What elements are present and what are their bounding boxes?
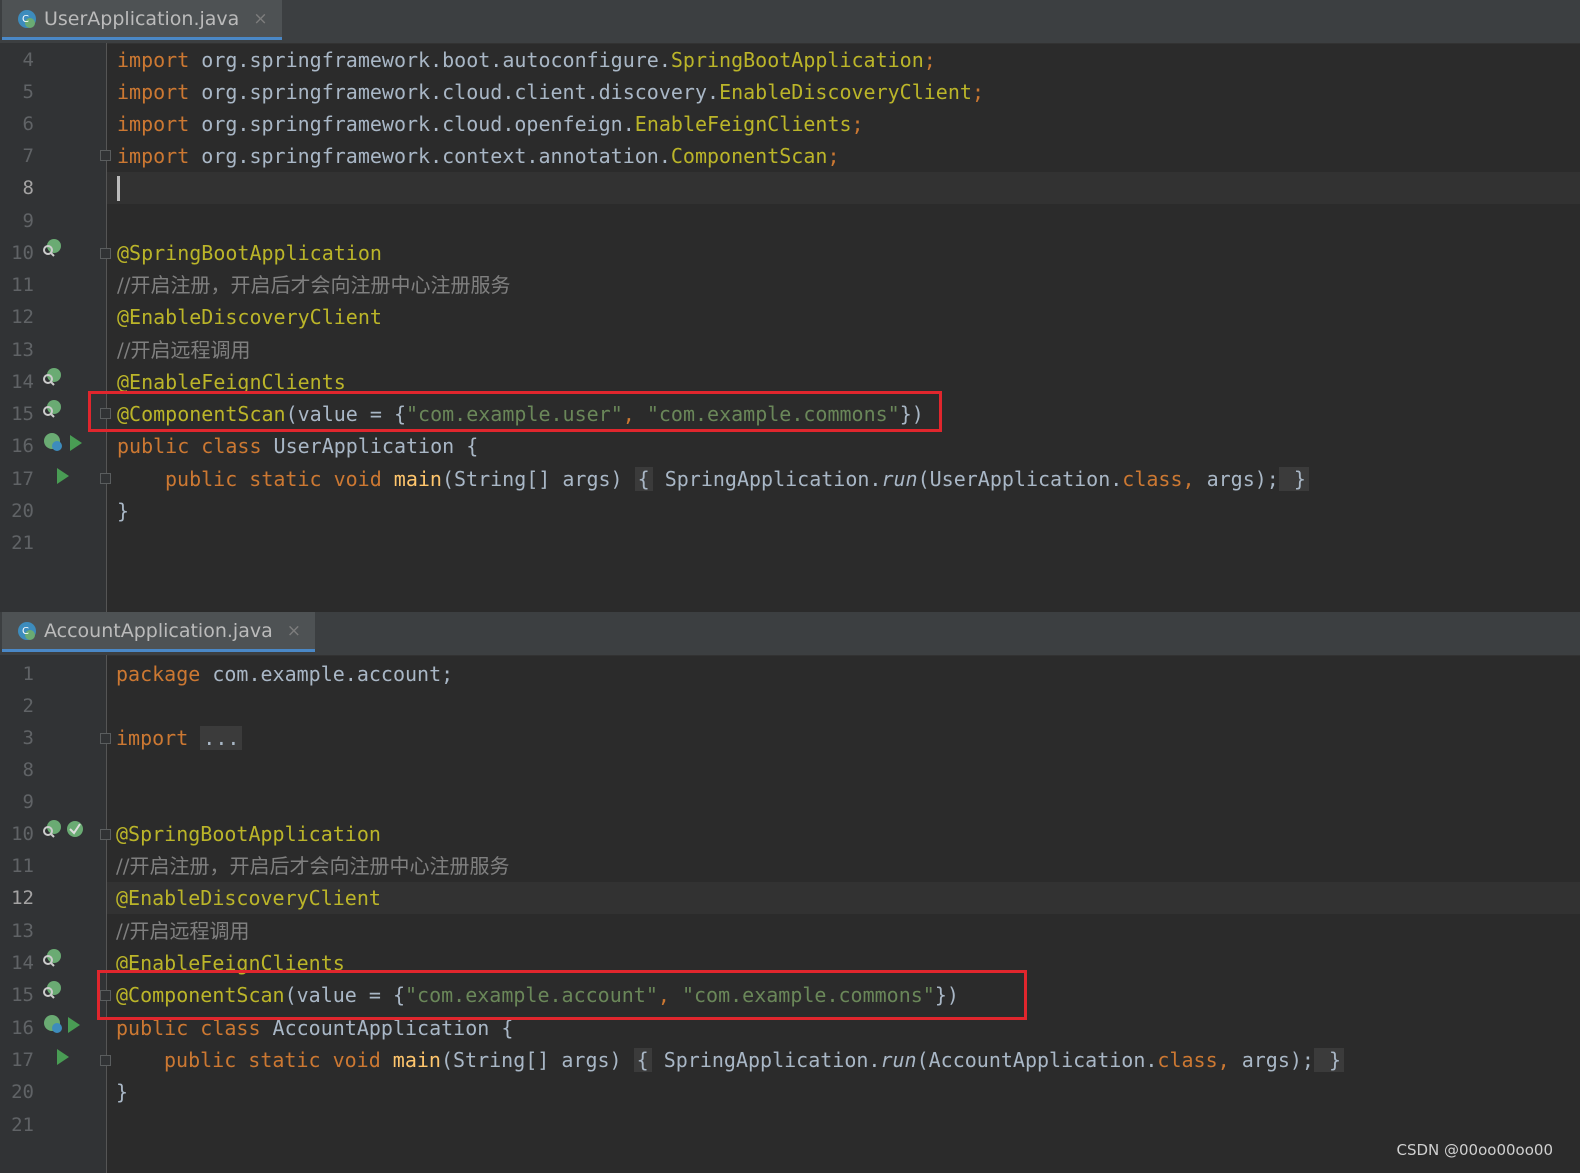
code-line[interactable]: } bbox=[117, 495, 129, 527]
java-class-icon: C bbox=[16, 620, 38, 642]
line-number: 7 bbox=[22, 145, 34, 167]
spring-bean-icon[interactable] bbox=[42, 399, 62, 431]
line-number: 16 bbox=[11, 435, 34, 457]
code-line[interactable]: public static void main(String[] args) {… bbox=[164, 1044, 1345, 1076]
code-line[interactable]: public static void main(String[] args) {… bbox=[165, 463, 1309, 495]
run-icon[interactable] bbox=[70, 431, 82, 463]
line-number: 17 bbox=[11, 1049, 34, 1071]
tab-account-application[interactable]: C AccountApplication.java × bbox=[2, 612, 315, 652]
line-number: 6 bbox=[22, 113, 34, 135]
watermark: CSDN @00oo00oo00 bbox=[1396, 1141, 1553, 1159]
line-number: 13 bbox=[11, 920, 34, 942]
line-number: 16 bbox=[11, 1017, 34, 1039]
fold-icon[interactable] bbox=[100, 733, 111, 744]
editor-pane-account-application: C AccountApplication.java × 1 2 3 8 9 10… bbox=[0, 612, 1580, 1173]
spring-bean-icon[interactable] bbox=[42, 980, 62, 1012]
line-number: 9 bbox=[22, 791, 34, 813]
svg-text:C: C bbox=[22, 14, 29, 25]
spring-bean-icon[interactable] bbox=[42, 1013, 64, 1047]
line-number: 10 bbox=[11, 242, 34, 264]
line-number: 8 bbox=[22, 177, 34, 199]
line-number: 1 bbox=[22, 663, 34, 685]
highlight-box bbox=[88, 391, 942, 432]
line-number: 15 bbox=[11, 403, 34, 425]
highlight-box bbox=[97, 970, 1027, 1020]
tab-user-application[interactable]: C UserApplication.java × bbox=[2, 0, 282, 40]
line-number: 20 bbox=[11, 500, 34, 522]
spring-bean-icon[interactable] bbox=[42, 431, 64, 465]
code-line[interactable]: public class UserApplication { bbox=[117, 430, 478, 462]
fold-icon[interactable] bbox=[100, 1055, 111, 1066]
code-line[interactable]: @SpringBootApplication bbox=[117, 237, 382, 269]
run-icon[interactable] bbox=[57, 464, 69, 496]
tab-bar: C UserApplication.java × bbox=[0, 0, 1580, 44]
code-comment[interactable]: //开启远程调用 bbox=[116, 915, 249, 947]
line-number: 5 bbox=[22, 81, 34, 103]
code-line[interactable]: @EnableDiscoveryClient bbox=[116, 882, 381, 914]
line-number: 12 bbox=[11, 887, 34, 909]
code-line[interactable]: import org.springframework.cloud.client.… bbox=[117, 76, 984, 108]
line-number: 14 bbox=[11, 371, 34, 393]
fold-icon[interactable] bbox=[100, 150, 111, 161]
code-line[interactable]: package com.example.account; bbox=[116, 658, 453, 690]
line-number: 14 bbox=[11, 952, 34, 974]
line-number: 21 bbox=[11, 1114, 34, 1136]
line-number: 11 bbox=[11, 274, 34, 296]
spring-bean-icon[interactable] bbox=[42, 948, 62, 980]
spring-bean-icon[interactable] bbox=[42, 238, 62, 270]
run-icon[interactable] bbox=[57, 1045, 69, 1077]
code-line[interactable]: import org.springframework.cloud.openfei… bbox=[117, 108, 864, 140]
line-number: 2 bbox=[22, 695, 34, 717]
tab-bar: C AccountApplication.java × bbox=[0, 612, 1580, 656]
tab-label: AccountApplication.java bbox=[44, 619, 273, 642]
line-number: 9 bbox=[22, 210, 34, 232]
close-tab-icon[interactable]: × bbox=[253, 9, 267, 29]
close-tab-icon[interactable]: × bbox=[287, 621, 301, 641]
fold-icon[interactable] bbox=[100, 829, 111, 840]
line-number: 15 bbox=[11, 984, 34, 1006]
code-line[interactable]: import ... bbox=[116, 722, 243, 754]
spring-boot-icon[interactable] bbox=[65, 819, 85, 851]
spring-bean-icon[interactable] bbox=[42, 367, 62, 399]
fold-icon[interactable] bbox=[100, 248, 111, 259]
svg-text:C: C bbox=[22, 626, 29, 637]
current-line-highlight bbox=[107, 172, 1580, 204]
text-caret bbox=[117, 176, 120, 201]
line-number: 12 bbox=[11, 306, 34, 328]
code-line[interactable]: @SpringBootApplication bbox=[116, 818, 381, 850]
tab-label: UserApplication.java bbox=[44, 7, 240, 30]
line-number: 3 bbox=[22, 727, 34, 749]
code-comment[interactable]: //开启注册，开启后才会向注册中心注册服务 bbox=[117, 269, 510, 301]
line-number: 11 bbox=[11, 855, 34, 877]
fold-icon[interactable] bbox=[100, 473, 111, 484]
code-line[interactable]: } bbox=[116, 1076, 128, 1108]
code-comment[interactable]: //开启远程调用 bbox=[117, 334, 250, 366]
run-icon[interactable] bbox=[68, 1013, 80, 1045]
line-number: 4 bbox=[22, 49, 34, 71]
spring-bean-icon[interactable] bbox=[42, 819, 62, 851]
line-number: 17 bbox=[11, 468, 34, 490]
code-line[interactable]: @EnableDiscoveryClient bbox=[117, 301, 382, 333]
code-line[interactable]: import org.springframework.context.annot… bbox=[117, 140, 839, 172]
code-comment[interactable]: //开启注册，开启后才会向注册中心注册服务 bbox=[116, 850, 509, 882]
line-number: 8 bbox=[22, 759, 34, 781]
code-line[interactable]: import org.springframework.boot.autoconf… bbox=[117, 44, 936, 76]
java-class-icon: C bbox=[16, 8, 38, 30]
line-number: 20 bbox=[11, 1081, 34, 1103]
line-number: 10 bbox=[11, 823, 34, 845]
editor-pane-user-application: C UserApplication.java × 4 5 6 7 8 9 10 … bbox=[0, 0, 1580, 612]
line-number: 21 bbox=[11, 532, 34, 554]
line-number: 13 bbox=[11, 339, 34, 361]
